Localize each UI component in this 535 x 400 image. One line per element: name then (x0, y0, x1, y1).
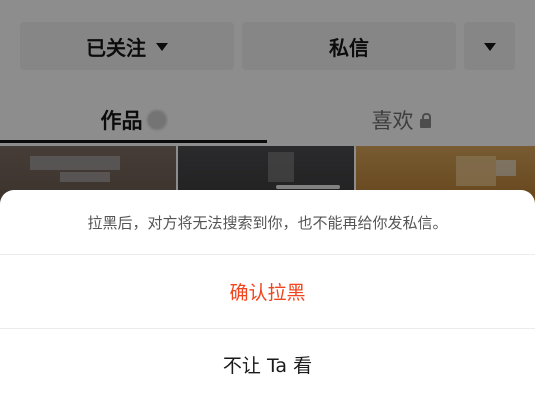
block-action-sheet: 拉黑后，对方将无法搜索到你，也不能再给你发私信。 确认拉黑 不让 Ta 看 (0, 190, 535, 400)
block-description: 拉黑后，对方将无法搜索到你，也不能再给你发私信。 (87, 213, 448, 232)
confirm-block-button[interactable]: 确认拉黑 (0, 255, 535, 328)
hide-from-user-button[interactable]: 不让 Ta 看 (0, 329, 535, 400)
